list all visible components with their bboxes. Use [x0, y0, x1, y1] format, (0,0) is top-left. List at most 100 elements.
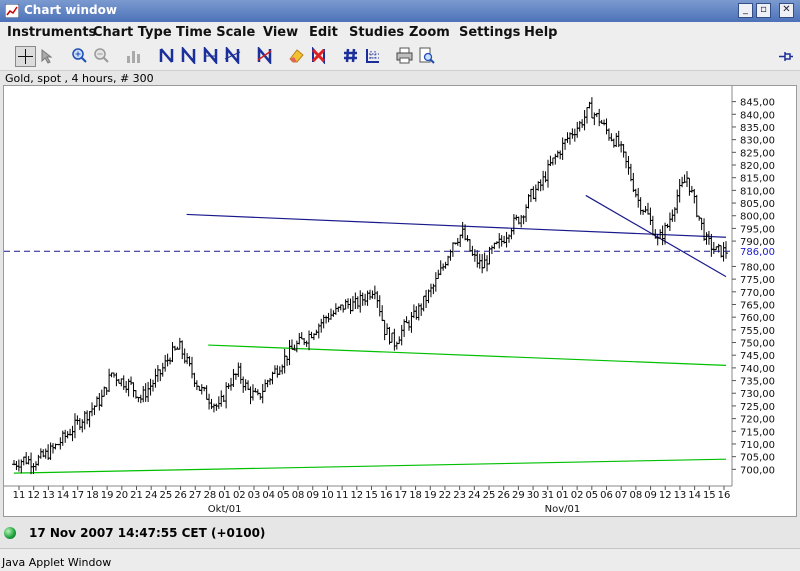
time-tick-label: 02 [571, 490, 584, 501]
menu-bar: Instruments Chart Type Time Scale View E… [0, 22, 800, 45]
delete-icon[interactable] [309, 46, 330, 67]
price-tick-label: 815,00 [740, 174, 775, 185]
drawn-lines[interactable] [13, 194, 727, 474]
price-tick-label: 805,00 [740, 199, 775, 210]
price-tick-label: 820,00 [740, 161, 775, 172]
menu-help[interactable]: Help [524, 25, 557, 40]
fibonacci-icon[interactable] [255, 46, 276, 67]
time-tick-label: 12 [350, 490, 363, 501]
price-tick-label: 825,00 [740, 148, 775, 159]
toolbar [0, 44, 800, 71]
time-tick-label: 27 [189, 490, 202, 501]
time-tick-label: 14 [57, 490, 70, 501]
time-tick-label: 30 [527, 490, 540, 501]
fan-lines-icon[interactable] [223, 46, 244, 67]
bar-chart-icon[interactable] [124, 46, 145, 67]
dotted-grid-icon[interactable] [363, 46, 384, 67]
time-tick-label: 31 [541, 490, 554, 501]
print-icon[interactable] [395, 46, 416, 67]
time-tick-label: 13 [42, 490, 55, 501]
last-price-marker: 786,00 [4, 247, 775, 258]
time-tick-label: 04 [262, 490, 275, 501]
time-tick-label: 16 [380, 490, 393, 501]
maximize-icon[interactable]: ▫ [756, 3, 771, 18]
price-tick-label: 760,00 [740, 313, 775, 324]
menu-view[interactable]: View [263, 25, 298, 40]
parallel-lines-icon[interactable] [179, 46, 200, 67]
cursor-icon[interactable] [38, 46, 59, 67]
time-tick-label: 05 [585, 490, 598, 501]
minimize-icon[interactable]: _ [738, 3, 753, 18]
time-tick-label: 22 [439, 490, 452, 501]
price-tick-label: 735,00 [740, 377, 775, 388]
time-tick-label: 29 [512, 490, 525, 501]
time-tick-label: 08 [292, 490, 305, 501]
grid-icon[interactable] [341, 46, 362, 67]
menu-time-scale[interactable]: Time Scale [176, 25, 255, 40]
month-label: Nov/01 [545, 504, 581, 515]
menu-instruments[interactable]: Instruments [7, 25, 96, 40]
applet-footer: Java Applet Window [0, 548, 800, 571]
print-preview-icon[interactable] [417, 46, 438, 67]
price-tick-label: 835,00 [740, 123, 775, 134]
time-tick-label: 12 [27, 490, 40, 501]
zoom-in-icon[interactable] [70, 46, 91, 67]
price-tick-label: 700,00 [740, 465, 775, 476]
menu-zoom[interactable]: Zoom [409, 25, 450, 40]
chart-info-label: Gold, spot , 4 hours, # 300 [5, 72, 154, 85]
time-tick-label: 24 [145, 490, 158, 501]
price-tick-label: 720,00 [740, 415, 775, 426]
time-tick-label: 11 [336, 490, 349, 501]
price-tick-label: 755,00 [740, 326, 775, 337]
close-icon[interactable]: ✕ [779, 3, 794, 18]
menu-settings[interactable]: Settings [459, 25, 520, 40]
time-tick-label: 09 [644, 490, 657, 501]
price-tick-label: 740,00 [740, 364, 775, 375]
time-tick-label: 25 [160, 490, 173, 501]
time-tick-label: 15 [703, 490, 716, 501]
time-tick-label: 05 [277, 490, 290, 501]
price-chart[interactable]: 845,00 840,00 835,00 830,00 825,00 820,00 815,… [3, 85, 797, 517]
time-tick-label: 21 [130, 490, 143, 501]
price-tick-label: 800,00 [740, 212, 775, 223]
time-tick-label: 16 [718, 490, 731, 501]
price-tick-label: 775,00 [740, 275, 775, 286]
trend-line-icon[interactable] [157, 46, 178, 67]
menu-studies[interactable]: Studies [349, 25, 404, 40]
menu-edit[interactable]: Edit [309, 25, 338, 40]
time-tick-label: 09 [306, 490, 319, 501]
time-tick-label: 15 [365, 490, 378, 501]
price-tick-label: 730,00 [740, 389, 775, 400]
eraser-icon[interactable] [287, 46, 308, 67]
last-price-label: 786,00 [740, 247, 775, 258]
time-tick-label: 19 [424, 490, 437, 501]
price-tick-label: 725,00 [740, 402, 775, 413]
trend-line [186, 213, 727, 238]
price-tick-label: 745,00 [740, 351, 775, 362]
chart-app-icon [5, 4, 19, 18]
menu-chart-type[interactable]: Chart Type [93, 25, 172, 40]
time-tick-label: 10 [321, 490, 334, 501]
trend-line [208, 344, 727, 366]
time-tick-label: 02 [233, 490, 246, 501]
price-axis: 845,00840,00 835,00 830,00825,00 820,00 815,… [731, 86, 775, 486]
channel-icon[interactable] [201, 46, 222, 67]
time-tick-label: 19 [101, 490, 114, 501]
price-tick-label: 710,00 [740, 440, 775, 451]
time-tick-label: 20 [115, 490, 128, 501]
price-tick-label: 765,00 [740, 300, 775, 311]
crosshair-icon[interactable] [15, 46, 36, 67]
connection-status-icon [4, 527, 16, 539]
time-tick-label: 26 [174, 490, 187, 501]
time-tick-label: 18 [86, 490, 99, 501]
month-label: Okt/01 [208, 504, 242, 515]
time-tick-label: 08 [630, 490, 643, 501]
zoom-out-icon[interactable] [92, 46, 113, 67]
status-datetime: 17 Nov 2007 14:47:55 CET (+0100) [29, 526, 266, 540]
time-tick-label: 18 [409, 490, 422, 501]
pin-icon[interactable] [776, 47, 797, 68]
title-bar: Chart window _ ▫ ✕ [0, 0, 800, 22]
window-title: Chart window [24, 3, 117, 17]
time-tick-label: 01 [218, 490, 231, 501]
chart-canvas[interactable]: 845,00840,00 835,00 830,00825,00 820,00 815,… [4, 86, 796, 516]
